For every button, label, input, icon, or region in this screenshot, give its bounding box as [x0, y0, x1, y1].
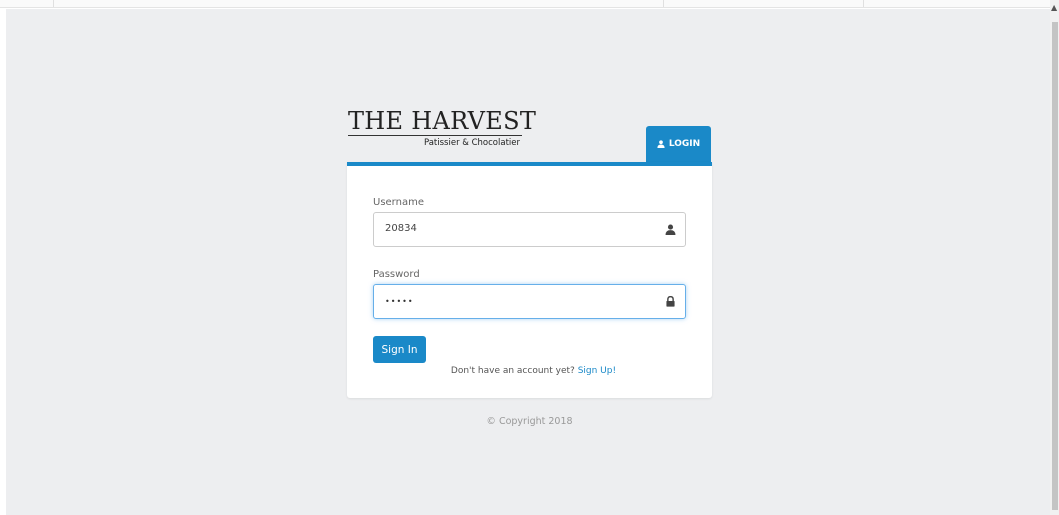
copyright-text: © Copyright 2018 — [486, 416, 573, 427]
tab-login[interactable]: LOGIN — [646, 126, 711, 162]
brand-divider — [348, 135, 522, 136]
browser-tab[interactable] — [664, 0, 864, 7]
browser-top-strip — [0, 0, 1050, 8]
vertical-scrollbar[interactable]: ▲ — [1050, 0, 1059, 515]
user-icon — [665, 224, 676, 235]
tab-login-label: LOGIN — [668, 139, 701, 149]
sign-up-link[interactable]: Sign Up! — [578, 366, 616, 376]
scroll-up-arrow-icon[interactable]: ▲ — [1051, 4, 1057, 12]
username-label: Username — [373, 197, 424, 208]
user-icon — [657, 140, 665, 148]
browser-tab[interactable] — [12, 0, 54, 7]
password-value: ••••• — [385, 297, 414, 306]
signup-prompt-text: Don't have an account yet? — [450, 366, 575, 376]
username-field[interactable]: 20834 — [373, 212, 686, 247]
scrollbar-thumb[interactable] — [1052, 22, 1058, 510]
signup-prompt: Don't have an account yet? Sign Up! — [347, 366, 712, 376]
sign-in-button[interactable]: Sign In — [373, 336, 426, 363]
login-card: Username 20834 Password ••••• Sign In Do… — [347, 162, 712, 398]
lock-icon — [666, 296, 675, 307]
brand-logo: THE HARVEST Patissier & Chocolatier — [348, 107, 537, 148]
username-value: 20834 — [385, 223, 417, 234]
password-label: Password — [373, 269, 420, 280]
password-field[interactable]: ••••• — [373, 284, 686, 319]
brand-name: THE HARVEST — [348, 107, 537, 135]
browser-tab[interactable] — [54, 0, 664, 7]
brand-tagline: Patissier & Chocolatier — [423, 138, 520, 148]
